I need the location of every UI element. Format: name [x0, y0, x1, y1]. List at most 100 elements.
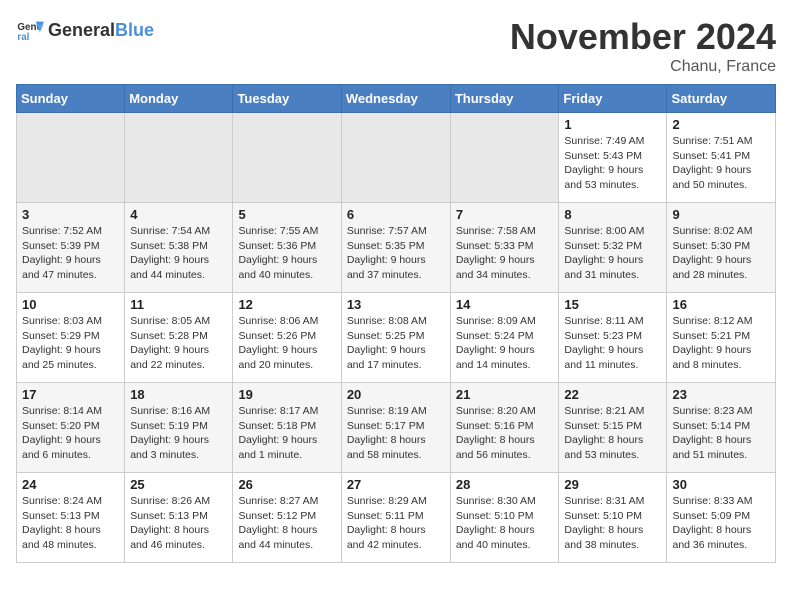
calendar-cell: 3 Sunrise: 7:52 AM Sunset: 5:39 PM Daylig…: [17, 203, 125, 293]
day-info: Sunrise: 8:30 AM Sunset: 5:10 PM Dayligh…: [456, 494, 554, 553]
calendar-cell: 28 Sunrise: 8:30 AM Sunset: 5:10 PM Dayli…: [450, 473, 559, 563]
calendar-cell: 18Sunrise: 8:16 AM Sunset: 5:19 PM Dayli…: [125, 383, 233, 473]
calendar-cell: [233, 113, 341, 203]
day-info: Sunrise: 8:26 AM Sunset: 5:13 PM Dayligh…: [130, 494, 227, 553]
day-number: 8: [564, 207, 661, 222]
weekday-header-friday: Friday: [559, 85, 667, 113]
calendar-cell: 20 Sunrise: 8:19 AM Sunset: 5:17 PM Dayli…: [341, 383, 450, 473]
day-number: 3: [22, 207, 119, 222]
day-number: 4: [130, 207, 227, 222]
weekday-header-saturday: Saturday: [667, 85, 776, 113]
day-number: 20: [347, 387, 445, 402]
day-info: Sunrise: 8:03 AM Sunset: 5:29 PM Dayligh…: [22, 314, 119, 373]
day-number: 26: [238, 477, 335, 492]
day-info: Sunrise: 8:09 AM Sunset: 5:24 PM Dayligh…: [456, 314, 554, 373]
day-number: 6: [347, 207, 445, 222]
day-number: 30: [672, 477, 770, 492]
calendar-cell: 26 Sunrise: 8:27 AM Sunset: 5:12 PM Dayli…: [233, 473, 341, 563]
calendar-cell: 19Sunrise: 8:17 AM Sunset: 5:18 PM Dayli…: [233, 383, 341, 473]
day-info: Sunrise: 8:02 AM Sunset: 5:30 PM Dayligh…: [672, 224, 770, 283]
calendar-cell: [125, 113, 233, 203]
day-info: Sunrise: 8:05 AM Sunset: 5:28 PM Dayligh…: [130, 314, 227, 373]
day-number: 23: [672, 387, 770, 402]
calendar-cell: [341, 113, 450, 203]
day-info: Sunrise: 7:52 AM Sunset: 5:39 PM Dayligh…: [22, 224, 119, 283]
day-info: Sunrise: 7:54 AM Sunset: 5:38 PM Dayligh…: [130, 224, 227, 283]
calendar-cell: 9Sunrise: 8:02 AM Sunset: 5:30 PM Daylig…: [667, 203, 776, 293]
calendar-cell: 2 Sunrise: 7:51 AM Sunset: 5:41 PM Daylig…: [667, 113, 776, 203]
day-number: 22: [564, 387, 661, 402]
calendar-cell: [450, 113, 559, 203]
day-number: 1: [564, 117, 661, 132]
title-area: November 2024 Chanu, France: [510, 16, 776, 76]
day-number: 24: [22, 477, 119, 492]
day-info: Sunrise: 7:51 AM Sunset: 5:41 PM Dayligh…: [672, 134, 770, 193]
day-number: 18: [130, 387, 227, 402]
day-info: Sunrise: 8:00 AM Sunset: 5:32 PM Dayligh…: [564, 224, 661, 283]
day-number: 16: [672, 297, 770, 312]
day-info: Sunrise: 7:49 AM Sunset: 5:43 PM Dayligh…: [564, 134, 661, 193]
day-number: 12: [238, 297, 335, 312]
day-info: Sunrise: 7:55 AM Sunset: 5:36 PM Dayligh…: [238, 224, 335, 283]
calendar-cell: 27 Sunrise: 8:29 AM Sunset: 5:11 PM Dayli…: [341, 473, 450, 563]
weekday-header-tuesday: Tuesday: [233, 85, 341, 113]
calendar-cell: 7 Sunrise: 7:58 AM Sunset: 5:33 PM Daylig…: [450, 203, 559, 293]
day-info: Sunrise: 8:21 AM Sunset: 5:15 PM Dayligh…: [564, 404, 661, 463]
calendar-week-row: 17 Sunrise: 8:14 AM Sunset: 5:20 PM Dayli…: [17, 383, 776, 473]
day-info: Sunrise: 7:58 AM Sunset: 5:33 PM Dayligh…: [456, 224, 554, 283]
day-info: Sunrise: 8:12 AM Sunset: 5:21 PM Dayligh…: [672, 314, 770, 373]
calendar-cell: 8 Sunrise: 8:00 AM Sunset: 5:32 PM Daylig…: [559, 203, 667, 293]
day-number: 28: [456, 477, 554, 492]
day-info: Sunrise: 8:33 AM Sunset: 5:09 PM Dayligh…: [672, 494, 770, 553]
calendar-cell: 15Sunrise: 8:11 AM Sunset: 5:23 PM Dayli…: [559, 293, 667, 383]
day-number: 25: [130, 477, 227, 492]
calendar-cell: 1 Sunrise: 7:49 AM Sunset: 5:43 PM Daylig…: [559, 113, 667, 203]
calendar-week-row: 3 Sunrise: 7:52 AM Sunset: 5:39 PM Daylig…: [17, 203, 776, 293]
day-number: 5: [238, 207, 335, 222]
weekday-header-wednesday: Wednesday: [341, 85, 450, 113]
calendar-cell: 10 Sunrise: 8:03 AM Sunset: 5:29 PM Dayli…: [17, 293, 125, 383]
weekday-header-row: SundayMondayTuesdayWednesdayThursdayFrid…: [17, 85, 776, 113]
day-info: Sunrise: 8:29 AM Sunset: 5:11 PM Dayligh…: [347, 494, 445, 553]
day-number: 14: [456, 297, 554, 312]
logo-text-blue: Blue: [115, 20, 154, 40]
weekday-header-monday: Monday: [125, 85, 233, 113]
calendar-cell: 5 Sunrise: 7:55 AM Sunset: 5:36 PM Daylig…: [233, 203, 341, 293]
logo-text-general: General: [48, 20, 115, 40]
weekday-header-sunday: Sunday: [17, 85, 125, 113]
day-number: 7: [456, 207, 554, 222]
calendar-cell: [17, 113, 125, 203]
calendar-cell: 23 Sunrise: 8:23 AM Sunset: 5:14 PM Dayli…: [667, 383, 776, 473]
calendar-week-row: 1 Sunrise: 7:49 AM Sunset: 5:43 PM Daylig…: [17, 113, 776, 203]
day-info: Sunrise: 8:27 AM Sunset: 5:12 PM Dayligh…: [238, 494, 335, 553]
calendar-cell: 14 Sunrise: 8:09 AM Sunset: 5:24 PM Dayli…: [450, 293, 559, 383]
day-number: 11: [130, 297, 227, 312]
day-info: Sunrise: 8:23 AM Sunset: 5:14 PM Dayligh…: [672, 404, 770, 463]
day-info: Sunrise: 8:20 AM Sunset: 5:16 PM Dayligh…: [456, 404, 554, 463]
weekday-header-thursday: Thursday: [450, 85, 559, 113]
day-number: 10: [22, 297, 119, 312]
svg-text:ral: ral: [17, 32, 29, 43]
day-number: 17: [22, 387, 119, 402]
calendar-cell: 6 Sunrise: 7:57 AM Sunset: 5:35 PM Daylig…: [341, 203, 450, 293]
logo-icon: Gene ral: [16, 16, 44, 44]
logo: Gene ral GeneralBlue: [16, 16, 154, 44]
day-info: Sunrise: 8:14 AM Sunset: 5:20 PM Dayligh…: [22, 404, 119, 463]
calendar-cell: 17 Sunrise: 8:14 AM Sunset: 5:20 PM Dayli…: [17, 383, 125, 473]
day-info: Sunrise: 8:24 AM Sunset: 5:13 PM Dayligh…: [22, 494, 119, 553]
calendar-cell: 4 Sunrise: 7:54 AM Sunset: 5:38 PM Daylig…: [125, 203, 233, 293]
day-info: Sunrise: 8:08 AM Sunset: 5:25 PM Dayligh…: [347, 314, 445, 373]
day-number: 29: [564, 477, 661, 492]
day-info: Sunrise: 8:19 AM Sunset: 5:17 PM Dayligh…: [347, 404, 445, 463]
month-title: November 2024: [510, 16, 776, 58]
calendar-cell: 11 Sunrise: 8:05 AM Sunset: 5:28 PM Dayli…: [125, 293, 233, 383]
day-number: 2: [672, 117, 770, 132]
calendar-week-row: 24 Sunrise: 8:24 AM Sunset: 5:13 PM Dayli…: [17, 473, 776, 563]
calendar-cell: 22 Sunrise: 8:21 AM Sunset: 5:15 PM Dayli…: [559, 383, 667, 473]
page-header: Gene ral GeneralBlue November 2024 Chanu…: [16, 16, 776, 76]
day-info: Sunrise: 7:57 AM Sunset: 5:35 PM Dayligh…: [347, 224, 445, 283]
calendar-cell: 12Sunrise: 8:06 AM Sunset: 5:26 PM Dayli…: [233, 293, 341, 383]
calendar-table: SundayMondayTuesdayWednesdayThursdayFrid…: [16, 84, 776, 563]
day-number: 27: [347, 477, 445, 492]
day-number: 13: [347, 297, 445, 312]
